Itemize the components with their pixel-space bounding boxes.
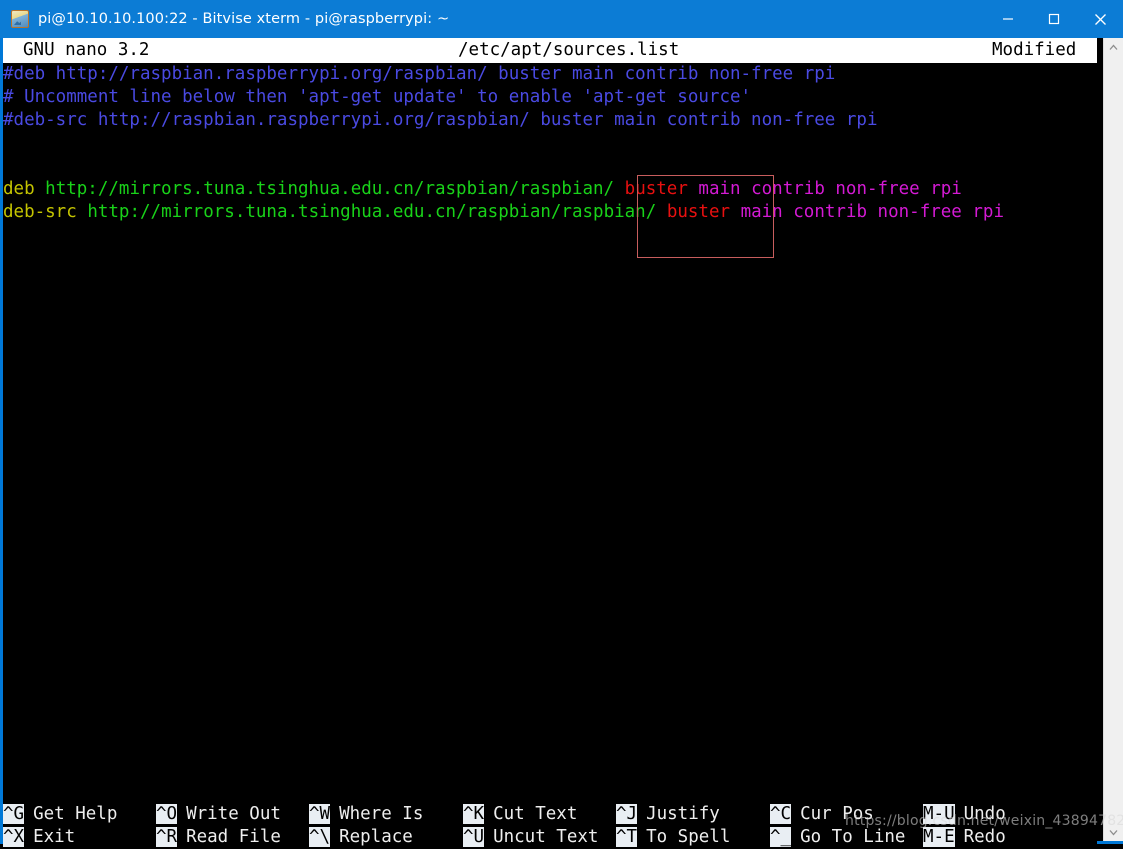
shortcut-row-2: ^X Exit ^R Read File ^\ Replace ^U Uncut Text ^T…: [3, 826, 1097, 849]
line-segment: deb-src: [3, 202, 77, 222]
shortcut-item[interactable]: M-U Undo: [923, 803, 1006, 826]
shortcut-item[interactable]: ^\ Replace: [309, 826, 413, 849]
shortcut-key: ^C: [770, 804, 792, 824]
window-title: pi@10.10.10.100:22 - Bitvise xterm - pi@…: [38, 11, 450, 27]
editor-line: #deb http://raspbian.raspberrypi.org/ras…: [3, 63, 835, 86]
shortcut-item[interactable]: ^O Write Out: [156, 803, 281, 826]
shortcut-item[interactable]: ^G Get Help: [3, 803, 117, 826]
shortcut-label: To Spell: [646, 827, 731, 847]
shortcut-label: Undo: [963, 804, 1006, 824]
shortcut-label: Cut Text: [493, 804, 578, 824]
window-controls: [985, 0, 1123, 38]
minimize-button[interactable]: [985, 0, 1031, 38]
line-segment: [77, 202, 88, 222]
editor-line: # Uncomment line below then 'apt-get upd…: [3, 86, 751, 109]
shortcut-label: Replace: [339, 827, 413, 847]
shortcut-label: Exit: [33, 827, 76, 847]
shortcut-key: ^W: [309, 804, 331, 824]
shortcut-key: ^J: [616, 804, 638, 824]
scroll-down-arrow-icon: [1109, 829, 1118, 835]
shortcut-item[interactable]: ^X Exit: [3, 826, 75, 849]
shortcut-key: ^R: [156, 827, 178, 847]
minimize-icon: [1003, 18, 1013, 20]
line-segment: # Uncomment line below then 'apt-get upd…: [3, 87, 752, 107]
line-segment: [35, 179, 46, 199]
shortcut-item[interactable]: ^C Cur Pos: [770, 803, 874, 826]
scroll-down-button[interactable]: [1104, 823, 1123, 841]
line-segment: [656, 202, 667, 222]
scroll-up-button[interactable]: [1104, 38, 1123, 56]
terminal-content[interactable]: GNU nano 3.2 /etc/apt/sources.list Modif…: [3, 38, 1120, 849]
window-titlebar[interactable]: pi@10.10.10.100:22 - Bitvise xterm - pi@…: [0, 0, 1123, 38]
shortcut-item[interactable]: ^J Justify: [616, 803, 720, 826]
nano-editor-buffer[interactable]: #deb http://raspbian.raspberrypi.org/ras…: [3, 63, 1097, 803]
shortcut-key: ^U: [463, 827, 485, 847]
shortcut-key: M-U: [923, 804, 955, 824]
line-segment: main contrib non-free rpi: [698, 179, 962, 199]
shortcut-label: Justify: [646, 804, 720, 824]
shortcut-row-1: ^G Get Help ^O Write Out ^W Where Is ^K Cut Tex…: [3, 803, 1097, 826]
nano-version: GNU nano 3.2: [23, 40, 150, 60]
scroll-up-arrow-icon: [1109, 44, 1118, 50]
nano-shortcut-bar: ^G Get Help ^O Write Out ^W Where Is ^K Cut Tex…: [3, 803, 1097, 849]
maximize-icon: [1048, 13, 1060, 25]
shortcut-key: ^T: [616, 827, 638, 847]
line-segment: [730, 202, 741, 222]
shortcut-key: ^_: [770, 827, 792, 847]
line-segment: main contrib non-free rpi: [740, 202, 1004, 222]
line-segment: http://mirrors.tuna.tsinghua.edu.cn/rasp…: [45, 179, 615, 199]
shortcut-item[interactable]: ^R Read File: [156, 826, 281, 849]
line-segment: #deb http://raspbian.raspberrypi.org/ras…: [3, 64, 836, 84]
maximize-button[interactable]: [1031, 0, 1077, 38]
nano-title-bar: GNU nano 3.2 /etc/apt/sources.list Modif…: [3, 38, 1097, 63]
shortcut-label: Uncut Text: [493, 827, 599, 847]
shortcut-item[interactable]: ^W Where Is: [309, 803, 423, 826]
shortcut-key: ^G: [3, 804, 25, 824]
shortcut-key: ^\: [309, 827, 331, 847]
line-segment: buster: [666, 202, 731, 222]
close-button[interactable]: [1077, 0, 1123, 38]
editor-line: deb-src http://mirrors.tuna.tsinghua.edu…: [3, 201, 1004, 224]
line-segment: [614, 179, 625, 199]
editor-line: #deb-src http://raspbian.raspberrypi.org…: [3, 109, 877, 132]
shortcut-label: Get Help: [33, 804, 118, 824]
shortcut-label: Cur Pos: [800, 804, 874, 824]
line-segment: buster: [624, 179, 688, 199]
shortcut-item[interactable]: ^U Uncut Text: [463, 826, 598, 849]
close-icon: [1094, 13, 1106, 25]
shortcut-key: ^X: [3, 827, 25, 847]
line-segment: [688, 179, 699, 199]
scrollbar-track[interactable]: [1104, 56, 1123, 823]
editor-line: deb http://mirrors.tuna.tsinghua.edu.cn/…: [3, 178, 962, 201]
terminal-window: pi@10.10.10.100:22 - Bitvise xterm - pi@…: [0, 0, 1123, 849]
shortcut-key: ^O: [156, 804, 178, 824]
shortcut-label: Where Is: [339, 804, 424, 824]
nano-modified-status: Modified: [992, 40, 1077, 60]
shortcut-label: Write Out: [186, 804, 281, 824]
shortcut-item[interactable]: M-E Redo: [923, 826, 1006, 849]
shortcut-item[interactable]: ^T To Spell: [616, 826, 730, 849]
shortcut-label: Read File: [186, 827, 281, 847]
shortcut-item[interactable]: ^K Cut Text: [463, 803, 577, 826]
line-segment: http://mirrors.tuna.tsinghua.edu.cn/rasp…: [87, 202, 657, 222]
terminal-app-icon: [11, 10, 29, 28]
shortcut-item[interactable]: ^_ Go To Line: [770, 826, 905, 849]
shortcut-key: M-E: [923, 827, 955, 847]
shortcut-key: ^K: [463, 804, 485, 824]
shortcut-label: Go To Line: [800, 827, 906, 847]
vertical-scrollbar[interactable]: [1103, 38, 1123, 841]
line-segment: deb: [3, 179, 35, 199]
nano-filename: /etc/apt/sources.list: [458, 40, 680, 60]
shortcut-label: Redo: [963, 827, 1006, 847]
line-segment: #deb-src http://raspbian.raspberrypi.org…: [3, 110, 878, 130]
